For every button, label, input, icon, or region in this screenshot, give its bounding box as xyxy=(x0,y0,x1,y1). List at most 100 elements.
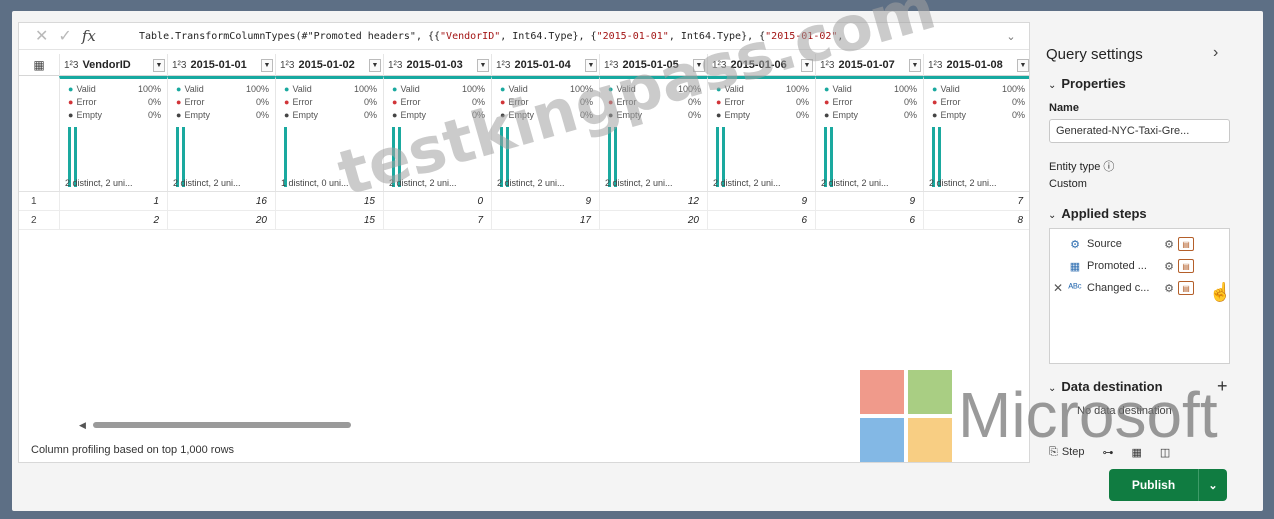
profile-empty-stat: ● Empty 0% xyxy=(284,110,377,120)
table-cell[interactable]: 17 xyxy=(491,211,599,229)
table-cell[interactable]: 1 xyxy=(59,192,167,210)
valid-dot-icon: ● xyxy=(392,84,398,94)
commit-icon[interactable]: ✓ xyxy=(58,26,71,46)
whole-number-type-icon[interactable]: 1²3 xyxy=(64,60,78,71)
step-options-icon[interactable]: ▤ xyxy=(1178,259,1194,273)
column-filter-dropdown-icon[interactable]: ▼ xyxy=(153,58,165,72)
applied-step[interactable]: ▦ Promoted ... ⚙ ▤ xyxy=(1050,255,1231,277)
step-settings-gear-icon[interactable]: ⚙ xyxy=(1160,282,1178,295)
column-profile: ● Valid 100% ● Error 0% ● Empty 0% 2 distinct, 2 … xyxy=(815,76,923,191)
profile-empty-stat: ● Empty 0% xyxy=(68,110,161,120)
distinct-count-text: 2 distinct, 2 uni... xyxy=(497,178,565,188)
profile-valid-stat: ● Valid 100% xyxy=(284,84,377,94)
step-settings-gear-icon[interactable]: ⚙ xyxy=(1160,238,1178,251)
table-cell[interactable]: 16 xyxy=(167,192,275,210)
column-header-label: 2015-01-08 xyxy=(946,59,1003,71)
table-cell[interactable]: 8 xyxy=(923,211,1029,229)
column-header-label: 2015-01-02 xyxy=(298,59,355,71)
applied-steps-list: ⚙ Source ⚙ ▤ ▦ Promoted ... ⚙ ▤ ✕ ᴬᴮᶜ Changed c...… xyxy=(1049,228,1230,364)
info-icon[interactable]: ⓘ xyxy=(1103,161,1114,173)
column-filter-dropdown-icon[interactable]: ▼ xyxy=(477,58,489,72)
column-filter-dropdown-icon[interactable]: ▼ xyxy=(1017,58,1029,72)
table-cell[interactable]: 9 xyxy=(815,192,923,210)
column-header[interactable]: 1²3 2015-01-02 ▼ xyxy=(275,54,383,76)
column-header[interactable]: 1²3 2015-01-01 ▼ xyxy=(167,54,275,76)
table-cell[interactable]: 7 xyxy=(923,192,1029,210)
distinct-count-text: 2 distinct, 2 uni... xyxy=(65,178,133,188)
column-header-label: 2015-01-04 xyxy=(514,59,571,71)
profile-valid-stat: ● Valid 100% xyxy=(824,84,917,94)
column-filter-dropdown-icon[interactable]: ▼ xyxy=(909,58,921,72)
applied-step[interactable]: ⚙ Source ⚙ ▤ xyxy=(1050,233,1231,255)
expand-formula-chevron-icon[interactable]: ⌄ xyxy=(991,30,1029,43)
source-icon: ⚙ xyxy=(1070,238,1080,251)
table-cell[interactable]: 20 xyxy=(167,211,275,229)
profile-valid-stat: ● Valid 100% xyxy=(932,84,1025,94)
table-cell[interactable]: 12 xyxy=(599,192,707,210)
entity-type-value: Custom xyxy=(1049,178,1087,190)
valid-dot-icon: ● xyxy=(932,84,938,94)
error-dot-icon: ● xyxy=(284,97,290,107)
table-cell[interactable]: 9 xyxy=(491,192,599,210)
table-cell[interactable]: 2 xyxy=(59,211,167,229)
whole-number-type-icon[interactable]: 1²3 xyxy=(496,60,510,71)
distinct-count-text: 2 distinct, 2 uni... xyxy=(929,178,997,188)
add-destination-plus-icon[interactable]: + xyxy=(1217,376,1228,397)
whole-number-type-icon[interactable]: 1²3 xyxy=(928,60,942,71)
empty-dot-icon: ● xyxy=(932,110,938,120)
publish-split-button[interactable]: Publish ⌄ xyxy=(1109,469,1227,501)
profile-valid-stat: ● Valid 100% xyxy=(392,84,485,94)
step-options-icon[interactable]: ▤ xyxy=(1178,237,1194,251)
table-row: 1 1 16 15 0 9 12 9 9 7 xyxy=(19,192,1029,211)
valid-dot-icon: ● xyxy=(68,84,74,94)
distinct-count-text: 2 distinct, 2 uni... xyxy=(821,178,889,188)
error-dot-icon: ● xyxy=(392,97,398,107)
collapse-pane-chevron-icon[interactable]: › xyxy=(1213,44,1218,62)
column-header[interactable]: 1²3 VendorID ▼ xyxy=(59,54,167,76)
properties-section-header[interactable]: ⌄ Properties xyxy=(1048,76,1126,91)
column-profile: ● Valid 100% ● Error 0% ● Empty 0% 2 distinct, 2 … xyxy=(923,76,1029,191)
profile-error-stat: ● Error 0% xyxy=(932,97,1025,107)
cancel-icon[interactable]: ✕ xyxy=(35,26,48,46)
publish-button[interactable]: Publish xyxy=(1109,469,1199,501)
table-cell[interactable]: 7 xyxy=(383,211,491,229)
chevron-down-icon: ⌄ xyxy=(1048,80,1057,91)
entity-type-label: Entity type ⓘ xyxy=(1049,161,1115,173)
column-header-label: 2015-01-01 xyxy=(190,59,247,71)
error-dot-icon: ● xyxy=(932,97,938,107)
scroll-left-icon[interactable]: ◀ xyxy=(79,420,86,431)
table-cell[interactable]: 15 xyxy=(275,211,383,229)
delete-step-icon[interactable]: ✕ xyxy=(1050,281,1066,295)
table-cell[interactable]: 6 xyxy=(815,211,923,229)
whole-number-type-icon[interactable]: 1²3 xyxy=(388,60,402,71)
whole-number-type-icon[interactable]: 1²3 xyxy=(280,60,294,71)
step-settings-gear-icon[interactable]: ⚙ xyxy=(1160,260,1178,273)
column-filter-dropdown-icon[interactable]: ▼ xyxy=(261,58,273,72)
error-dot-icon: ● xyxy=(68,97,74,107)
distinct-count-text: 2 distinct, 2 uni... xyxy=(713,178,781,188)
table-cell[interactable]: 20 xyxy=(599,211,707,229)
table-menu-icon[interactable]: ▦ xyxy=(19,54,59,75)
step-name: Promoted ... xyxy=(1087,260,1147,272)
profile-error-stat: ● Error 0% xyxy=(284,97,377,107)
query-name-input[interactable]: Generated-NYC-Taxi-Gre... xyxy=(1049,119,1230,143)
scroll-thumb[interactable] xyxy=(93,422,351,428)
table-row: 2 2 20 15 7 17 20 6 6 8 xyxy=(19,211,1029,230)
whole-number-type-icon[interactable]: 1²3 xyxy=(172,60,186,71)
column-profile: ● Valid 100% ● Error 0% ● Empty 0% 2 distinct, 2 … xyxy=(59,76,167,191)
mouse-cursor-icon: ☝ xyxy=(1209,282,1232,302)
error-dot-icon: ● xyxy=(824,97,830,107)
table-cell[interactable]: 6 xyxy=(707,211,815,229)
applied-steps-section-header[interactable]: ⌄ Applied steps xyxy=(1048,206,1147,221)
column-header[interactable]: 1²3 2015-01-03 ▼ xyxy=(383,54,491,76)
applied-step[interactable]: ✕ ᴬᴮᶜ Changed c... ⚙ ▤ xyxy=(1050,277,1231,299)
step-name: Source xyxy=(1087,238,1122,250)
column-header[interactable]: 1²3 2015-01-08 ▼ xyxy=(923,54,1029,76)
empty-dot-icon: ● xyxy=(68,110,74,120)
column-filter-dropdown-icon[interactable]: ▼ xyxy=(369,58,381,72)
publish-options-chevron-icon[interactable]: ⌄ xyxy=(1199,469,1227,501)
row-number: 2 xyxy=(31,214,37,226)
profile-empty-stat: ● Empty 0% xyxy=(932,110,1025,120)
table-cell[interactable]: 9 xyxy=(707,192,815,210)
step-options-icon[interactable]: ▤ xyxy=(1178,281,1194,295)
